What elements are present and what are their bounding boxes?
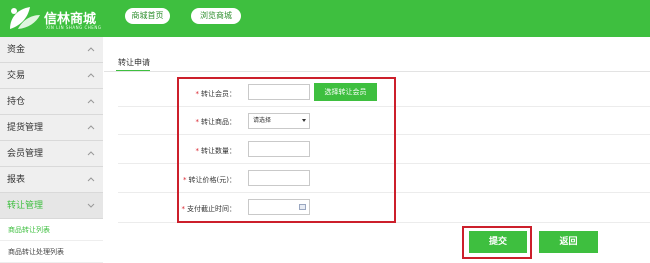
sidebar-item-reports[interactable]: 报表 xyxy=(0,167,103,193)
tab-divider xyxy=(104,71,650,72)
sidebar-item-funds[interactable]: 资金 xyxy=(0,37,103,63)
chevron-up-icon xyxy=(87,89,95,115)
chevron-up-icon xyxy=(87,115,95,141)
sidebar-item-pickup[interactable]: 提货管理 xyxy=(0,115,103,141)
chevron-up-icon xyxy=(87,141,95,167)
browse-mall-button[interactable]: 浏览商城 xyxy=(191,8,241,24)
sidebar-subitem-transfer-list[interactable]: 商品转让列表 xyxy=(0,219,103,241)
sidebar-item-transfer[interactable]: 转让管理 xyxy=(0,193,103,219)
sidebar-item-label: 提货管理 xyxy=(7,123,44,133)
logo-subtext: XIN LIN SHANG CHENG xyxy=(46,25,102,30)
sidebar-item-label: 资金 xyxy=(7,45,26,55)
leaf-logo-icon xyxy=(10,7,40,29)
sidebar-item-label: 会员管理 xyxy=(7,149,44,159)
submit-button[interactable]: 提交 xyxy=(469,231,527,253)
mall-home-button[interactable]: 商城首页 xyxy=(125,8,170,24)
back-button[interactable]: 返回 xyxy=(539,231,598,253)
sidebar-item-trade[interactable]: 交易 xyxy=(0,63,103,89)
chevron-up-icon xyxy=(87,63,95,89)
chevron-up-icon xyxy=(87,37,95,63)
sidebar-item-positions[interactable]: 持仓 xyxy=(0,89,103,115)
sidebar-item-label: 持仓 xyxy=(7,97,26,107)
sidebar-subitem-transfer-process-list[interactable]: 商品转让处理列表 xyxy=(0,241,103,263)
logo[interactable]: 信林商城 XIN LIN SHANG CHENG xyxy=(4,3,104,33)
chevron-down-icon xyxy=(87,193,95,219)
form-highlight-box xyxy=(177,77,396,223)
chevron-up-icon xyxy=(87,167,95,193)
tab-transfer-application[interactable]: 转让申请 xyxy=(118,57,150,68)
top-header: 信林商城 XIN LIN SHANG CHENG 商城首页 浏览商城 xyxy=(0,0,650,37)
sidebar-item-label: 转让管理 xyxy=(7,201,44,211)
sidebar-item-label: 报表 xyxy=(7,175,26,185)
sidebar-item-label: 交易 xyxy=(7,71,26,81)
sidebar-item-members[interactable]: 会员管理 xyxy=(0,141,103,167)
